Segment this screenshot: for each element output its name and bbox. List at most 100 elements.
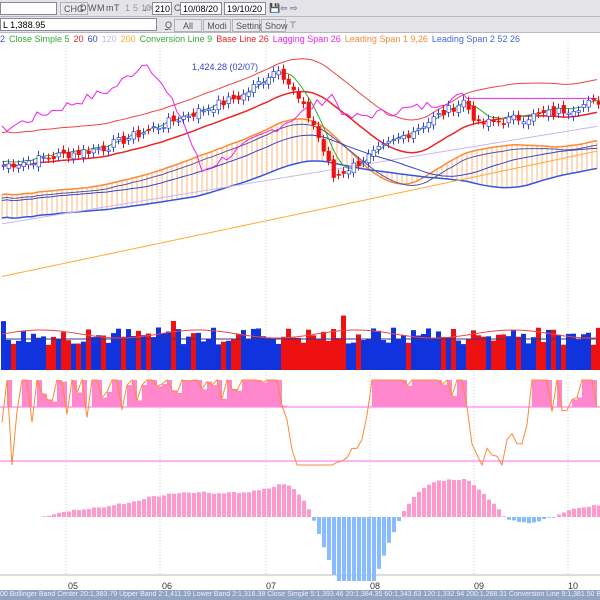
volume-bar (246, 338, 251, 370)
stochastic-line (1, 378, 598, 467)
legend-item: Leading Span 2 52 26 (431, 34, 520, 44)
candle (21, 161, 26, 167)
show-button[interactable]: Show (261, 19, 288, 32)
candle (311, 120, 316, 126)
volume-bar (386, 342, 391, 370)
macd-histogram-bar (97, 507, 101, 517)
macd-histogram-bar (522, 517, 526, 523)
macd-histogram-bar (532, 517, 536, 523)
volume-bar (416, 335, 421, 370)
candle (256, 81, 261, 85)
macd-histogram-bar (167, 493, 171, 517)
setting-button[interactable]: Setting (232, 19, 264, 32)
macd-histogram-bar (152, 496, 156, 517)
date-from-select[interactable]: 10/08/20 (180, 2, 222, 15)
macd-histogram-bar (547, 517, 551, 518)
period-week[interactable]: W (88, 2, 97, 15)
candle (221, 100, 226, 106)
interval-1[interactable]: 1 (125, 2, 130, 15)
period-tick[interactable]: T (114, 2, 120, 15)
count-input[interactable]: 210 (152, 2, 172, 15)
price-chart[interactable]: 1,424.28 (02/07) (0, 45, 600, 581)
candle (486, 118, 491, 127)
volume-bar (321, 331, 326, 370)
volume-bar (326, 340, 331, 370)
volume-bar (226, 340, 231, 370)
stoch-overbought-fill (222, 398, 227, 407)
stoch-overbought-fill (537, 380, 542, 407)
legend-item: Lagging Span 26 (272, 34, 341, 44)
macd-histogram-bar (207, 492, 211, 517)
candle (301, 101, 306, 105)
save-icon[interactable]: 💾 (269, 2, 280, 15)
volume-bar (536, 327, 541, 370)
macd-histogram-bar (57, 512, 61, 517)
candle (571, 111, 576, 117)
stoch-overbought-fill (267, 380, 272, 407)
macd-histogram-bar (42, 516, 46, 517)
macd-histogram-bar (282, 484, 286, 517)
macd-histogram-bar (302, 500, 306, 517)
macd-histogram-bar (197, 492, 201, 517)
volume-bar (346, 343, 351, 370)
candle (51, 156, 56, 159)
macd-histogram-bar (132, 501, 136, 517)
candle (186, 116, 191, 118)
volume-bar (376, 330, 381, 370)
period-month[interactable]: M (97, 2, 105, 15)
q-button[interactable]: Q (165, 19, 172, 32)
candle (81, 149, 86, 158)
candle (526, 119, 531, 125)
date-to-select[interactable]: 19/10/20 (224, 2, 266, 15)
macd-histogram-bar (337, 517, 341, 581)
volume-bar (206, 339, 211, 370)
volume-bar (61, 332, 66, 370)
modi-button[interactable]: Modi (203, 19, 231, 32)
stoch-overbought-fill (152, 380, 157, 407)
stoch-overbought-fill (157, 386, 162, 407)
macd-histogram-bar (162, 495, 166, 517)
stoch-overbought-fill (242, 380, 247, 407)
forward-arrow-icon[interactable]: ⇨ (290, 2, 298, 15)
stoch-overbought-fill (202, 389, 207, 407)
macd-histogram-bar (202, 491, 206, 517)
volume-bar (576, 339, 581, 370)
symbol-input[interactable] (0, 2, 57, 15)
macd-histogram-bar (217, 493, 221, 517)
macd-histogram-bar (267, 488, 271, 517)
stoch-overbought-fill (377, 380, 382, 407)
macd-histogram-bar (312, 517, 316, 521)
candle (561, 105, 566, 114)
back-arrow-icon[interactable]: ⇦ (280, 2, 288, 15)
candle (166, 117, 171, 129)
volume-bar (541, 341, 546, 370)
candle (316, 126, 321, 138)
candle (86, 150, 91, 154)
macd-histogram-bar (147, 496, 151, 517)
candle (426, 122, 431, 129)
macd-histogram-bar (257, 490, 261, 517)
interval-5[interactable]: 5 (133, 2, 138, 15)
indicator-legend: 2 Close Simple 5 20 60 120 200 Conversion Line… (0, 33, 600, 45)
volume-bar (506, 336, 511, 370)
candle (196, 108, 201, 120)
volume-bar (381, 340, 386, 370)
macd-histogram-bar (222, 493, 226, 517)
candle (451, 108, 456, 112)
stoch-overbought-fill (452, 395, 457, 407)
macd-histogram-bar (507, 517, 511, 520)
volume-bar (171, 320, 176, 370)
period-day[interactable]: D (80, 2, 87, 15)
scroll-down-button[interactable]: ↓ (143, 2, 148, 15)
period-minute[interactable]: m (106, 2, 114, 15)
macd-histogram-bar (582, 507, 586, 517)
legend-item: 60 (87, 34, 98, 44)
volume-bar (6, 339, 11, 370)
candle (56, 152, 61, 158)
candle (351, 162, 356, 174)
pin-icon[interactable]: ⊤ (289, 19, 297, 32)
all-button[interactable]: All (174, 19, 202, 32)
candle (206, 108, 211, 112)
macd-histogram-bar (262, 488, 266, 517)
volume-bar (266, 337, 271, 370)
